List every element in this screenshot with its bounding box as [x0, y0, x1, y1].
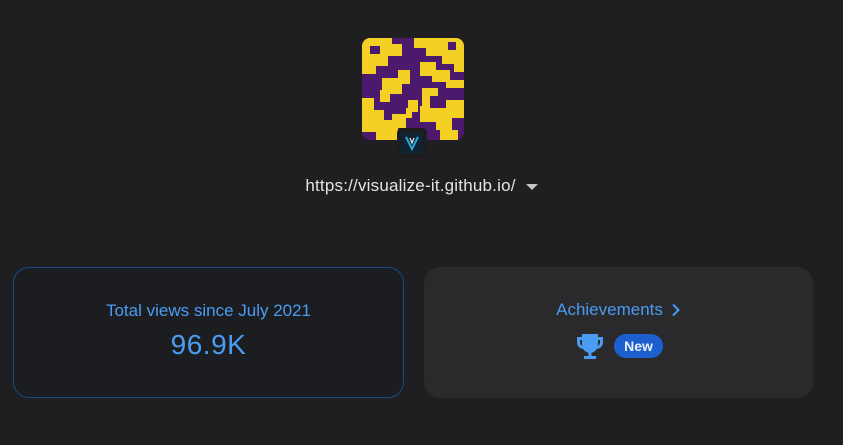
new-badge: New — [614, 333, 663, 358]
site-url-text: https://visualize-it.github.io/ — [305, 176, 516, 195]
total-views-label: Total views since July 2021 — [105, 300, 312, 320]
total-views-value: 96.9K — [170, 328, 247, 360]
chevron-right-icon — [671, 303, 681, 317]
achievements-label: Achievements — [556, 299, 663, 319]
site-url-dropdown[interactable]: https://visualize-it.github.io/ — [301, 174, 541, 198]
site-thumbnail — [362, 38, 464, 140]
visualize-it-logo-icon — [401, 132, 423, 154]
site-favicon — [397, 128, 427, 158]
site-overview-panel: https://visualize-it.github.io/ Total vi… — [0, 0, 843, 445]
achievements-link[interactable]: Achievements — [556, 300, 681, 320]
achievements-status-row: New — [574, 330, 663, 362]
total-views-card: Total views since July 2021 96.9K — [13, 267, 404, 398]
trophy-icon — [574, 330, 606, 362]
chevron-down-icon — [525, 184, 538, 190]
achievements-card[interactable]: Achievements New — [424, 267, 813, 398]
site-url-row: https://visualize-it.github.io/ — [0, 172, 843, 200]
site-avatar-group — [362, 38, 464, 158]
